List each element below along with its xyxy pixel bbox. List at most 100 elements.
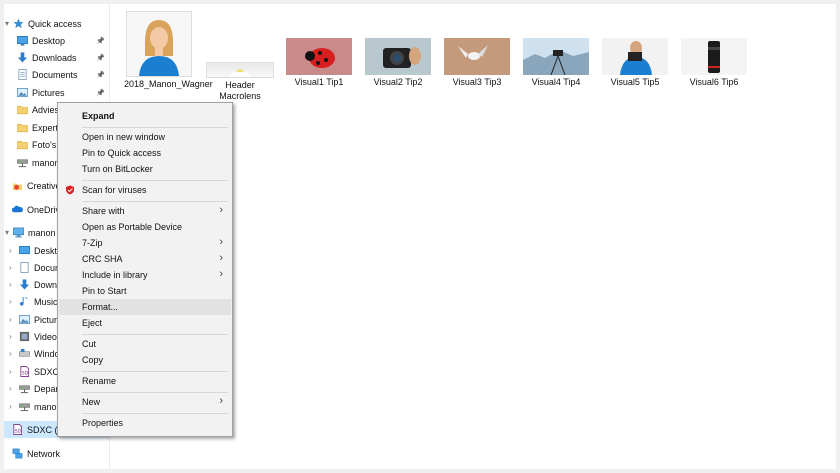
nav-label: Down: [34, 279, 58, 290]
nav-item-fotos[interactable]: Foto's: [4, 136, 56, 153]
nav-pc-depar[interactable]: › Depar: [4, 380, 59, 397]
menu-include-library[interactable]: Include in library ›: [59, 267, 231, 283]
nav-label: Depar: [34, 383, 59, 394]
menu-share-with[interactable]: Share with ›: [59, 203, 231, 219]
menu-expand[interactable]: Expand: [59, 108, 231, 124]
menu-rename[interactable]: Rename: [59, 373, 231, 389]
file-name: Visual4 Tip4: [531, 77, 581, 87]
menu-pin-start[interactable]: Pin to Start: [59, 283, 231, 299]
menu-eject[interactable]: Eject: [59, 315, 231, 331]
nav-label: Creative: [27, 180, 61, 191]
nav-this-pc[interactable]: ▾ manon: [4, 224, 56, 241]
menu-properties[interactable]: Properties: [59, 415, 231, 431]
file-item[interactable]: Visual3 Tip3: [442, 38, 512, 88]
nav-item-downloads[interactable]: Downloads 📌: [4, 49, 105, 66]
cloud-icon: [11, 204, 23, 215]
nav-network[interactable]: Network: [4, 445, 60, 462]
chevron-right-icon[interactable]: ›: [9, 332, 12, 341]
menu-format[interactable]: Format...: [59, 299, 231, 315]
file-item[interactable]: Visual6 Tip6: [679, 38, 749, 88]
chevron-right-icon[interactable]: ›: [9, 263, 12, 272]
nav-label: Pictur: [34, 314, 58, 325]
menu-copy[interactable]: Copy: [59, 352, 231, 368]
menu-separator: [82, 201, 228, 202]
menu-open-portable-device[interactable]: Open as Portable Device: [59, 219, 231, 235]
nav-pc-music[interactable]: › Music: [4, 293, 58, 310]
context-menu: Expand Open in new window Pin to Quick a…: [57, 102, 233, 437]
nav-pc-desktop[interactable]: › Deskto: [4, 242, 62, 259]
file-item[interactable]: Visual1 Tip1: [284, 38, 354, 88]
menu-open-new-window[interactable]: Open in new window: [59, 129, 231, 145]
download-arrow-icon: [17, 52, 28, 63]
file-name: Header Macrolens: [219, 80, 261, 101]
svg-text:SD: SD: [15, 428, 22, 434]
nav-item-documents[interactable]: Documents 📌: [4, 66, 105, 83]
nav-item-desktop[interactable]: Desktop 📌: [4, 32, 105, 49]
document-icon: [19, 262, 30, 273]
pin-icon[interactable]: 📌: [96, 71, 105, 79]
menu-cut[interactable]: Cut: [59, 336, 231, 352]
network-drive-icon: [17, 157, 28, 168]
nav-label: Windo: [34, 348, 60, 359]
nav-pc-downloads[interactable]: › Down: [4, 276, 57, 293]
nav-item-advies[interactable]: Advies: [4, 101, 59, 118]
menu-separator: [82, 413, 228, 414]
nav-label: manon: [32, 157, 60, 168]
menu-new[interactable]: New ›: [59, 394, 231, 410]
chevron-right-icon[interactable]: ›: [9, 349, 12, 358]
nav-item-expert[interactable]: Expert: [4, 119, 58, 136]
menu-scan-viruses[interactable]: Scan for viruses: [59, 182, 231, 198]
file-item[interactable]: Visual5 Tip5: [600, 38, 670, 88]
menu-separator: [82, 392, 228, 393]
chevron-right-icon[interactable]: ›: [9, 384, 12, 393]
nav-pc-documents[interactable]: › Docum: [4, 259, 63, 276]
antivirus-shield-icon: [65, 185, 75, 197]
chevron-down-icon[interactable]: ▾: [5, 228, 9, 237]
chevron-right-icon[interactable]: ›: [9, 246, 12, 255]
nav-onedrive[interactable]: OneDrive: [4, 201, 65, 218]
file-item[interactable]: 2018_Manon_Wagner: [124, 11, 213, 90]
menu-7zip[interactable]: 7-Zip ›: [59, 235, 231, 251]
computer-icon: [13, 227, 24, 238]
nav-item-manon[interactable]: manon: [4, 154, 60, 171]
lens-thumbnail: [681, 38, 747, 75]
document-icon: [17, 69, 28, 80]
pin-icon[interactable]: 📌: [96, 89, 105, 97]
network-drive-icon: [19, 383, 30, 394]
nav-quick-access[interactable]: ▾ Quick access: [4, 15, 82, 32]
chevron-right-icon[interactable]: ›: [9, 367, 12, 376]
file-item[interactable]: Visual4 Tip4: [521, 38, 591, 88]
folder-icon: [17, 104, 28, 115]
nav-pc-manon[interactable]: › manon: [4, 398, 62, 415]
file-name: Visual2 Tip2: [373, 77, 423, 87]
nav-label: Foto's: [32, 139, 57, 150]
chevron-right-icon[interactable]: ›: [9, 280, 12, 289]
file-item[interactable]: Visual2 Tip2: [363, 38, 433, 88]
chevron-right-icon: ›: [219, 252, 223, 264]
nav-label: manon: [28, 227, 56, 238]
chevron-right-icon[interactable]: ›: [9, 297, 12, 306]
film-icon: [19, 331, 30, 342]
chevron-right-icon[interactable]: ›: [9, 402, 12, 411]
nav-pc-sdxc[interactable]: › SD SDXC: [4, 363, 59, 380]
pictures-icon: [19, 314, 30, 325]
nav-pc-pictures[interactable]: › Pictur: [4, 311, 57, 328]
nav-label: Desktop: [32, 35, 66, 46]
chevron-down-icon[interactable]: ▾: [5, 19, 9, 28]
nav-item-pictures[interactable]: Pictures 📌: [4, 84, 105, 101]
file-item[interactable]: Header Macrolens: [205, 11, 275, 102]
nav-pc-windows[interactable]: › Windo: [4, 345, 60, 362]
nav-pc-videos[interactable]: › Videos: [4, 328, 61, 345]
file-name: Visual3 Tip3: [452, 77, 502, 87]
nav-label: Advies: [32, 104, 60, 115]
pin-icon[interactable]: 📌: [96, 37, 105, 45]
macro-thumbnail: [206, 62, 274, 78]
chevron-right-icon[interactable]: ›: [9, 315, 12, 324]
menu-pin-quick-access[interactable]: Pin to Quick access: [59, 145, 231, 161]
file-name: Visual1 Tip1: [294, 77, 344, 87]
nav-label: Music: [34, 296, 58, 307]
pin-icon[interactable]: 📌: [96, 54, 105, 62]
nav-creative-cloud[interactable]: Creative: [4, 177, 61, 194]
menu-crc-sha[interactable]: CRC SHA ›: [59, 251, 231, 267]
menu-turn-on-bitlocker[interactable]: Turn on BitLocker: [59, 161, 231, 177]
